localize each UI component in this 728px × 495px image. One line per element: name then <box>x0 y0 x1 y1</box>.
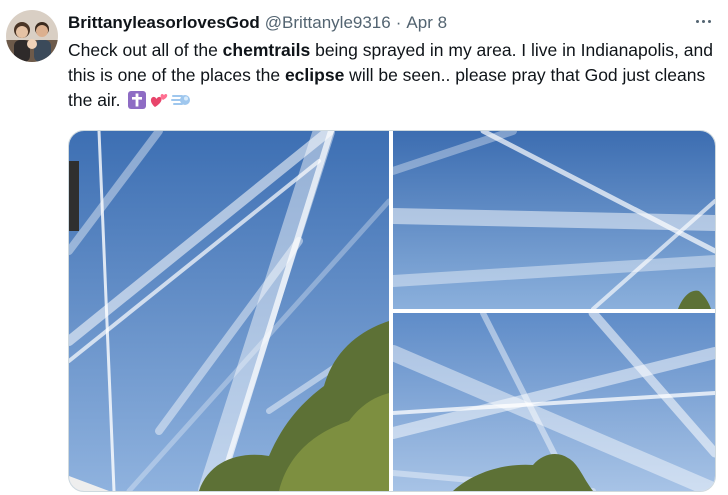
tweet-text-part: Check out all of the <box>68 40 223 60</box>
sky-contrails-photo-left <box>69 131 389 491</box>
photo-left[interactable] <box>69 131 389 491</box>
tweet-text: Check out all of the chemtrails being sp… <box>68 38 716 113</box>
tweet-date[interactable]: Apr 8 <box>406 13 447 33</box>
avatar[interactable] <box>6 10 58 62</box>
photo-bottom-right[interactable] <box>393 313 715 491</box>
display-name[interactable]: BrittanyleasorlovesGod <box>68 13 260 33</box>
media-grid <box>68 130 716 492</box>
hashtag-bold-chemtrails: chemtrails <box>222 40 311 60</box>
dash-emoji <box>171 95 191 105</box>
sky-contrails-photo-top-right <box>393 131 715 309</box>
sky-contrails-photo-bottom-right <box>393 313 715 491</box>
photo-top-right[interactable] <box>393 131 715 309</box>
user-handle[interactable]: @Brittanyle9316 <box>265 13 391 33</box>
tweet-header: BrittanyleasorlovesGod @Brittanyle9316 ·… <box>68 12 716 34</box>
more-options-icon[interactable] <box>692 10 714 32</box>
separator-dot: · <box>395 13 402 32</box>
two-hearts-emoji <box>151 93 168 107</box>
cross-emoji <box>128 91 147 109</box>
hashtag-bold-eclipse: eclipse <box>284 65 345 85</box>
